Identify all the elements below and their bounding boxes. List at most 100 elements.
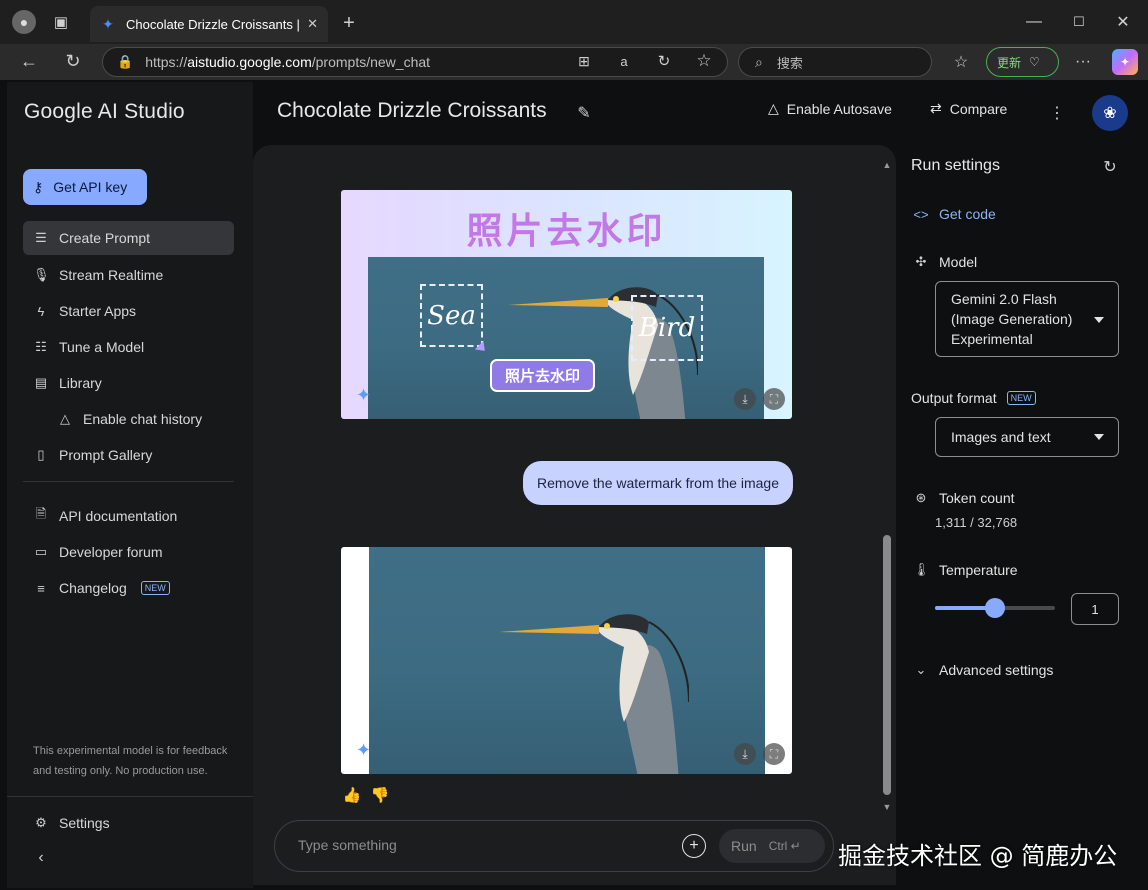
- model-icon: ✣: [915, 254, 927, 269]
- sidebar-item-developer-forum[interactable]: ▭ Developer forum: [23, 535, 234, 569]
- temperature-label: Temperature: [939, 562, 1018, 578]
- favorites-icon[interactable]: ☆: [950, 51, 972, 73]
- download-icon[interactable]: ⤓: [734, 388, 756, 410]
- app-grid-icon[interactable]: ⊞: [574, 51, 594, 71]
- user-message-bubble: Remove the watermark from the image: [523, 461, 793, 505]
- advanced-settings-label: Advanced settings: [939, 662, 1054, 678]
- sidebar-item-stream-realtime[interactable]: 🎙 Stream Realtime: [23, 258, 234, 292]
- scroll-up-icon[interactable]: ▲: [880, 158, 894, 172]
- page-title[interactable]: Chocolate Drizzle Croissants: [277, 99, 547, 123]
- sidebar-item-label: Starter Apps: [59, 303, 137, 319]
- profile-avatar-icon[interactable]: ●: [12, 10, 36, 34]
- sidebar-item-label: API documentation: [59, 508, 178, 524]
- output-format-select[interactable]: Images and text: [935, 417, 1119, 457]
- mic-icon: 🎙: [33, 267, 50, 282]
- thumbs-down-icon[interactable]: 👎: [370, 785, 390, 805]
- compare-icon: ⇄: [930, 100, 942, 116]
- generated-image-clean[interactable]: ✦ ⤓ ⛶: [341, 547, 792, 774]
- watermark-box-sea: Sea: [420, 284, 483, 347]
- create-prompt-icon: ☰: [35, 230, 47, 245]
- token-count-value: 1,311 / 32,768: [935, 515, 1018, 530]
- temperature-heading: 🌡 Temperature: [913, 562, 1018, 578]
- address-bar[interactable]: 🔒 https://aistudio.google.com/prompts/ne…: [102, 47, 728, 77]
- copilot-icon[interactable]: ✦: [1112, 49, 1138, 75]
- new-badge: NEW: [1006, 391, 1036, 405]
- close-window-icon[interactable]: ✕: [1112, 12, 1134, 32]
- run-shortcut: Ctrl ↵: [768, 839, 801, 853]
- enable-autosave-button[interactable]: △ Enable Autosave: [768, 100, 892, 117]
- collapse-sidebar-icon[interactable]: ‹: [32, 849, 50, 867]
- site-watermark: 掘金技术社区 @ 简鹿办公: [838, 842, 1118, 870]
- temperature-input[interactable]: 1: [1071, 593, 1119, 625]
- sidebar-item-library[interactable]: ▤ Library: [23, 366, 234, 400]
- thumbs-up-icon[interactable]: 👍: [342, 785, 362, 805]
- run-button[interactable]: Run Ctrl ↵: [719, 829, 825, 863]
- sidebar-item-tune-a-model[interactable]: ☷ Tune a Model: [23, 330, 234, 364]
- generated-image-watermarked[interactable]: 照片去水印 Sea Bird 照片去水印 ✦ ⤓ ⛶: [341, 190, 792, 419]
- tab-actions-icon[interactable]: ▣: [50, 12, 72, 32]
- chevron-down-icon: ⌄: [915, 662, 927, 677]
- close-tab-icon[interactable]: ✕: [307, 16, 318, 32]
- user-avatar[interactable]: ❀: [1092, 95, 1128, 131]
- model-value-line: (Image Generation): [951, 311, 1073, 327]
- model-heading: ✣ Model: [913, 254, 978, 270]
- header-more-icon[interactable]: ⋮: [1048, 103, 1066, 123]
- favorite-star-icon[interactable]: ☆: [694, 51, 714, 71]
- search-placeholder: 搜索: [776, 55, 803, 71]
- compare-button[interactable]: ⇄ Compare: [930, 100, 1007, 117]
- gear-icon: ⚙: [35, 815, 47, 830]
- browser-tab[interactable]: ✦ Chocolate Drizzle Croissants | Goo ✕: [90, 6, 328, 42]
- minimize-icon[interactable]: —: [1023, 12, 1045, 32]
- compare-label: Compare: [949, 100, 1008, 117]
- back-icon[interactable]: ←: [18, 50, 40, 72]
- update-button[interactable]: 更新 ♡: [986, 47, 1059, 77]
- output-format-heading: Output format NEW: [911, 390, 1036, 406]
- thermometer-icon: 🌡: [913, 562, 930, 577]
- sidebar-item-api-documentation[interactable]: 🗎 API documentation: [23, 499, 234, 533]
- sidebar-item-label: Changelog: [59, 580, 127, 596]
- sync-icon[interactable]: ↻: [654, 51, 674, 71]
- url-path: /prompts/new_chat: [311, 54, 431, 70]
- add-media-icon[interactable]: +: [682, 834, 706, 858]
- sidebar-item-label: Prompt Gallery: [59, 447, 153, 463]
- scroll-down-icon[interactable]: ▼: [880, 800, 894, 814]
- forum-icon: ▭: [34, 544, 48, 559]
- chevron-down-icon: [1094, 317, 1104, 323]
- model-select[interactable]: Gemini 2.0 Flash (Image Generation) Expe…: [935, 281, 1119, 357]
- reload-icon[interactable]: ↻: [62, 50, 84, 72]
- sidebar-item-label: Developer forum: [59, 544, 163, 560]
- maximize-icon[interactable]: ☐: [1068, 12, 1090, 32]
- browser-search-box[interactable]: ⌕ 搜索: [738, 47, 932, 77]
- fullscreen-icon[interactable]: ⛶: [763, 743, 785, 765]
- url-prefix: https://: [145, 54, 188, 70]
- prompt-input[interactable]: Type something: [298, 837, 397, 853]
- temperature-slider-track[interactable]: [935, 598, 1055, 618]
- download-icon[interactable]: ⤓: [734, 743, 756, 765]
- reset-settings-icon[interactable]: ↻: [1100, 157, 1120, 177]
- sidebar-item-settings[interactable]: ⚙ Settings: [23, 806, 234, 840]
- more-menu-icon[interactable]: ···: [1072, 51, 1094, 73]
- sidebar-item-enable-chat-history[interactable]: △ Enable chat history: [47, 402, 234, 436]
- tune-icon: ☷: [35, 339, 47, 354]
- watermark-box-bird: Bird: [631, 295, 703, 361]
- temperature-slider-thumb[interactable]: [985, 598, 1005, 618]
- edit-title-icon[interactable]: ✎: [574, 103, 594, 123]
- token-count-heading: ⊛ Token count: [913, 490, 1015, 506]
- run-settings-title: Run settings: [911, 157, 1000, 174]
- sidebar-item-starter-apps[interactable]: ϟ Starter Apps: [23, 294, 234, 328]
- get-api-key-button[interactable]: ⚷ Get API key: [23, 169, 147, 205]
- sidebar-item-changelog[interactable]: ≡ Changelog NEW: [23, 571, 234, 605]
- get-code-link[interactable]: <> Get code: [913, 206, 995, 222]
- sidebar-item-create-prompt[interactable]: ☰ Create Prompt: [23, 221, 234, 255]
- chat-scrollbar[interactable]: [883, 535, 891, 795]
- lock-icon: 🔒: [117, 54, 134, 69]
- sidebar-item-label: Settings: [59, 815, 110, 831]
- translate-icon[interactable]: a: [614, 51, 634, 71]
- fullscreen-icon[interactable]: ⛶: [763, 388, 785, 410]
- new-tab-icon[interactable]: +: [338, 12, 360, 34]
- advanced-settings-toggle[interactable]: ⌄ Advanced settings: [913, 662, 1054, 678]
- watermark-headline: 照片去水印: [466, 210, 667, 251]
- sidebar-divider: [23, 481, 234, 482]
- model-label: Model: [939, 254, 978, 270]
- sidebar-item-prompt-gallery[interactable]: ▯ Prompt Gallery: [23, 438, 234, 472]
